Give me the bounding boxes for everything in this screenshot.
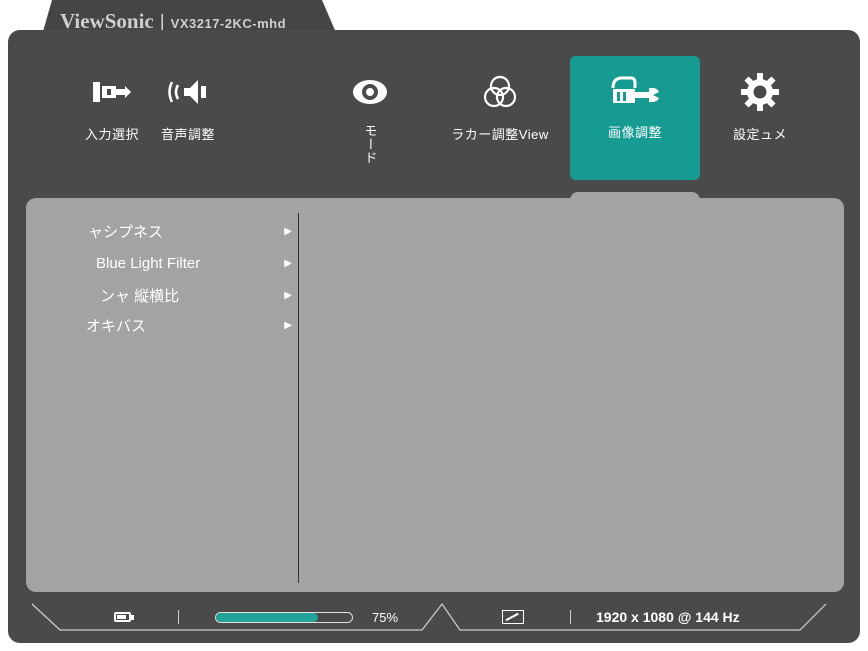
menu-color-label: ラカー調整View: [451, 127, 549, 142]
color-circles-icon: [481, 70, 519, 114]
status-bar: 75% 1920 x 1080 @ 144 Hz: [30, 602, 838, 632]
eye-icon: [350, 70, 390, 114]
wrench-hand-icon: [609, 68, 661, 112]
gear-icon: [740, 70, 780, 114]
progress-fill: [216, 613, 318, 622]
menu-image-adjust-label: 画像調整: [607, 125, 662, 140]
submenu-item-label: Blue Light Filter: [96, 254, 201, 272]
menu-image-adjust[interactable]: 画像調整: [570, 56, 700, 180]
submenu-item-label: ャシプネス: [88, 223, 164, 241]
status-separator: [570, 610, 571, 624]
audio-icon: [166, 70, 210, 114]
submenu-item-sharpness[interactable]: ャシプネス ▶: [88, 216, 296, 246]
submenu-item-blue-light-filter[interactable]: Blue Light Filter ▶: [96, 248, 296, 278]
panel-divider: [298, 213, 299, 583]
resolution-readout: 1920 x 1080 @ 144 Hz: [596, 609, 740, 625]
submenu-arrow-icon: ▶: [284, 257, 292, 269]
status-separator: [178, 610, 179, 624]
submenu-arrow-icon: ▶: [284, 289, 292, 301]
progress-percent: 75%: [372, 610, 399, 625]
menu-setup-label: 設定ュメ: [732, 127, 787, 142]
menu-audio-label: 音声調整: [160, 127, 215, 142]
menu-audio[interactable]: 音声調整: [128, 58, 248, 178]
brightness-progress: [215, 612, 353, 623]
model-name: VX3217-2KC-mhd: [170, 16, 287, 31]
battery-icon: [114, 612, 134, 622]
submenu-arrow-icon: ▶: [284, 319, 292, 331]
submenu-item-label: ンャ 縦横比: [100, 287, 180, 305]
menu-mode[interactable]: モード: [310, 58, 430, 178]
submenu-item-aspect-ratio[interactable]: ンャ 縦横比 ▶: [100, 280, 296, 310]
menu-color[interactable]: ラカー調整View: [440, 58, 560, 178]
submenu-item-label: オキバス: [86, 317, 147, 335]
submenu-arrow-icon: ▶: [284, 225, 292, 237]
submenu-item-overscan[interactable]: オキバス ▶: [86, 310, 296, 340]
input-source-icon: [91, 70, 133, 114]
menu-mode-label: モード: [362, 124, 378, 165]
aspect-ratio-icon: [502, 610, 524, 624]
menu-setup[interactable]: 設定ュメ: [700, 58, 820, 178]
